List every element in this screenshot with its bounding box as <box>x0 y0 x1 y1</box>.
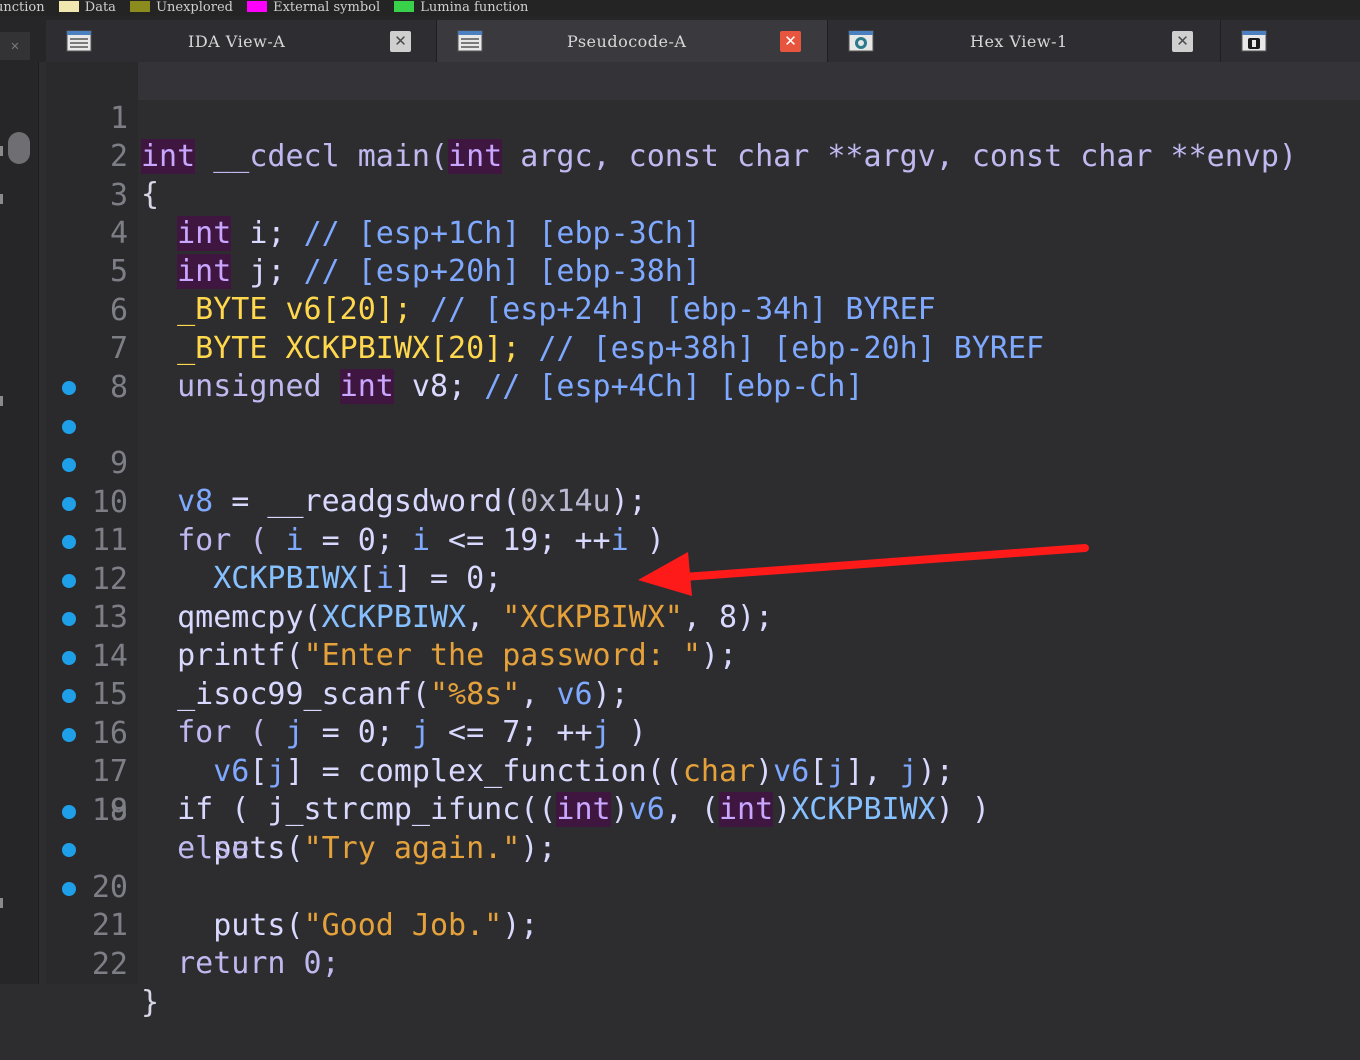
close-icon[interactable]: ✕ <box>390 31 411 52</box>
breakpoint-dot[interactable] <box>62 612 76 626</box>
code-line-12[interactable]: 12 qmemcpy(XCKPBIWX, "XCKPBIWX", 8); <box>0 485 1360 635</box>
legend-swatch-external <box>247 1 268 12</box>
line-number: 22 <box>91 947 128 982</box>
legend-label-function: Function <box>0 0 45 15</box>
code-line-2[interactable]: 2 { <box>0 100 1360 212</box>
code-line-7[interactable]: 7 unsigned int v8; // [esp+4Ch] [ebp-Ch] <box>0 292 1360 404</box>
code-line-10[interactable]: 10 for ( i = 0; i <= 19; ++i ) <box>0 408 1360 558</box>
collapse-icon[interactable]: ✕ <box>0 32 30 60</box>
breakpoint-dot[interactable] <box>62 458 76 472</box>
tab-hex-view-1[interactable]: Hex View-1 ✕ <box>828 20 1221 62</box>
hex-view-icon <box>848 30 874 52</box>
breakpoint-dot[interactable] <box>62 689 76 703</box>
code-text: ); <box>502 908 539 943</box>
breakpoint-dot[interactable] <box>62 728 76 742</box>
code-line-16[interactable]: 16 v6[j] = complex_function((char)v6[j],… <box>0 639 1360 789</box>
code-line-21[interactable]: 21 return 0; <box>0 831 1360 981</box>
breakpoint-dot[interactable] <box>62 843 76 857</box>
code-line-4[interactable]: 4 int j; // [esp+20h] [ebp-38h] <box>0 177 1360 289</box>
code-line-17[interactable]: 17 if ( j_strcmp_ifunc((int)v6, (int)XCK… <box>0 677 1360 827</box>
tab-pseudocode-a[interactable]: Pseudocode-A ✕ <box>437 20 828 62</box>
code-line-6[interactable]: 6 _BYTE XCKPBIWX[20]; // [esp+38h] [ebp-… <box>0 254 1360 366</box>
legend-label-external: External symbol <box>273 0 381 15</box>
code-line-19[interactable]: 19 else <box>0 754 1360 866</box>
listing-icon <box>457 30 483 52</box>
code-line-9[interactable]: 9 v8 = __readgsdword(0x14u); <box>0 369 1360 519</box>
tab-label: Pseudocode-A <box>567 32 687 51</box>
code-line-20[interactable]: 20 puts("Good Job."); <box>0 793 1360 943</box>
listing-icon <box>66 30 92 52</box>
line-number: 21 <box>91 908 128 943</box>
code-line-18[interactable]: 18 puts("Try again."); <box>0 716 1360 866</box>
breakpoint-dot[interactable] <box>62 882 76 896</box>
breakpoint-dot[interactable] <box>62 574 76 588</box>
code-text: return 0; <box>177 946 340 981</box>
tab-structures[interactable] <box>1221 20 1360 62</box>
code-line-3[interactable]: 3 int i; // [esp+1Ch] [ebp-3Ch] <box>0 139 1360 251</box>
code-line-8[interactable]: 8 <box>0 331 1360 405</box>
color-legend: Function Data Unexplored External symbol… <box>0 0 1360 16</box>
code-line-1[interactable]: 1 int __cdecl main(int argc, const char … <box>0 62 1360 174</box>
code-text: } <box>141 985 160 1020</box>
legend-label-lumina: Lumina function <box>420 0 529 15</box>
structures-icon <box>1241 30 1267 52</box>
breakpoint-dot[interactable] <box>62 651 76 665</box>
tab-bar: IDA View-A ✕ Pseudocode-A ✕ Hex View-1 ✕ <box>0 16 1360 62</box>
string-literal: "Good Job." <box>303 908 503 943</box>
code-line-22[interactable]: 22 } <box>0 870 1360 1020</box>
breakpoint-dot[interactable] <box>62 805 76 819</box>
annotation-arrow-icon <box>638 544 1089 596</box>
function-name[interactable]: puts( <box>213 908 303 943</box>
breakpoint-dot[interactable] <box>62 381 76 395</box>
tab-ida-view-a[interactable]: IDA View-A ✕ <box>46 20 437 62</box>
close-icon[interactable]: ✕ <box>780 31 801 52</box>
legend-swatch-data <box>58 1 79 12</box>
close-icon[interactable]: ✕ <box>1172 31 1193 52</box>
breakpoint-dot[interactable] <box>62 497 76 511</box>
legend-swatch-lumina <box>394 1 415 12</box>
code-line-11[interactable]: 11 XCKPBIWX[i] = 0; <box>0 446 1360 596</box>
breakpoint-dot[interactable] <box>62 535 76 549</box>
legend-swatch-unexplored <box>130 1 151 12</box>
legend-label-unexplored: Unexplored <box>156 0 233 15</box>
tab-label: Hex View-1 <box>970 32 1068 51</box>
breakpoint-dot[interactable] <box>62 420 76 434</box>
legend-label-data: Data <box>84 0 116 15</box>
code-line-5[interactable]: 5 _BYTE v6[20]; // [esp+24h] [ebp-34h] B… <box>0 215 1360 327</box>
tab-label: IDA View-A <box>188 32 286 51</box>
